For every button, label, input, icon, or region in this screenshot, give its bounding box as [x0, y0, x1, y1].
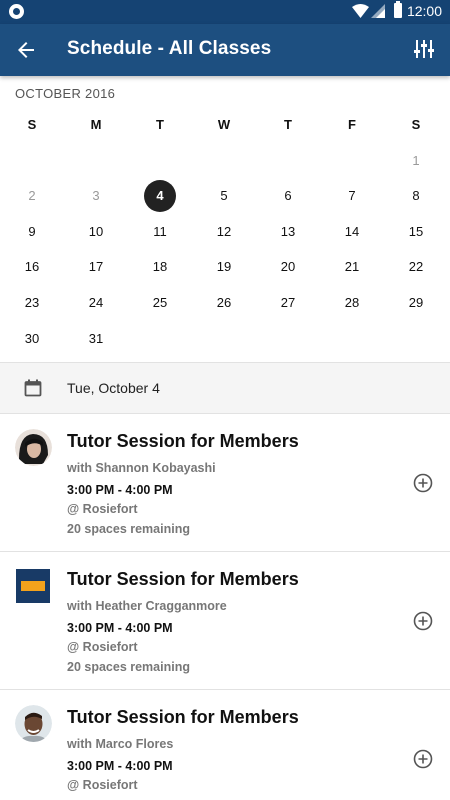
- instructor-avatar: [15, 429, 52, 466]
- weekday-label: S: [27, 117, 37, 132]
- back-arrow-icon[interactable]: [14, 38, 38, 62]
- weekday-label: S: [411, 117, 421, 132]
- wifi-icon: [352, 4, 369, 18]
- calendar-week-row: 2345678: [0, 178, 450, 214]
- calendar-day[interactable]: 6: [256, 178, 320, 214]
- calendar-day[interactable]: 26: [192, 285, 256, 321]
- session-time: 3:00 PM - 4:00 PM: [67, 483, 173, 497]
- calendar-empty-cell: [128, 143, 192, 179]
- calendar-day[interactable]: 4: [128, 178, 192, 214]
- notification-icon: [9, 4, 24, 19]
- weekday-label: F: [348, 117, 356, 132]
- weekday-label: W: [217, 117, 231, 132]
- calendar-day[interactable]: 9: [0, 214, 64, 250]
- calendar-day[interactable]: 8: [384, 178, 448, 214]
- calendar-week-row: 1: [0, 143, 450, 179]
- calendar-week-row: 23 24 25 26 27 28 29: [0, 285, 450, 321]
- calendar-day[interactable]: 2: [0, 178, 64, 214]
- month-label: OCTOBER 2016: [15, 86, 116, 101]
- class-session-item[interactable]: Tutor Session for Members with Shannon Ko…: [0, 414, 450, 552]
- calendar-day[interactable]: 3: [64, 178, 128, 214]
- app-bar: Schedule - All Classes: [0, 24, 450, 76]
- add-circle-icon[interactable]: [413, 611, 433, 631]
- calendar-day[interactable]: 5: [192, 178, 256, 214]
- session-time: 3:00 PM - 4:00 PM: [67, 759, 173, 773]
- session-spaces: 20 spaces remaining: [67, 522, 190, 536]
- instructor-logo-image: [16, 569, 50, 603]
- weekday-label: T: [284, 117, 292, 132]
- calendar-day[interactable]: 21: [320, 249, 384, 285]
- calendar-icon: [24, 379, 42, 397]
- instructor-avatar: [15, 705, 52, 742]
- session-title: Tutor Session for Members: [67, 707, 299, 727]
- calendar-grid: S M T W T F S 1 2 3 4 5 6 7 8 9 10 11 12 13 14 15 16 17 18 19 20 21…: [0, 107, 450, 356]
- calendar-day[interactable]: 20: [256, 249, 320, 285]
- selected-date-label: Tue, October 4: [67, 380, 160, 396]
- add-circle-icon[interactable]: [413, 473, 433, 493]
- selected-date-bar: Tue, October 4: [0, 362, 450, 414]
- session-title: Tutor Session for Members: [67, 569, 299, 589]
- weekday-label: T: [156, 117, 164, 132]
- calendar-empty-cell: [64, 143, 128, 179]
- calendar-day[interactable]: 14: [320, 214, 384, 250]
- calendar-day[interactable]: 23: [0, 285, 64, 321]
- calendar-day[interactable]: 31: [64, 321, 128, 357]
- calendar-day[interactable]: 30: [0, 321, 64, 357]
- calendar-empty-cell: [128, 321, 192, 357]
- calendar-day[interactable]: 28: [320, 285, 384, 321]
- session-title: Tutor Session for Members: [67, 431, 299, 451]
- status-time: 12:00: [406, 3, 442, 19]
- calendar-day[interactable]: 12: [192, 214, 256, 250]
- session-location: @ Rosiefort: [67, 502, 138, 516]
- calendar-day[interactable]: 17: [64, 249, 128, 285]
- session-instructor: with Shannon Kobayashi: [67, 461, 216, 475]
- calendar-day[interactable]: 27: [256, 285, 320, 321]
- status-bar: 12:00: [0, 0, 450, 24]
- session-instructor: with Heather Cragganmore: [67, 599, 227, 613]
- calendar-day[interactable]: 22: [384, 249, 448, 285]
- battery-icon: [394, 1, 402, 18]
- calendar-empty-cell: [0, 143, 64, 179]
- calendar-empty-cell: [320, 143, 384, 179]
- add-circle-icon[interactable]: [413, 749, 433, 769]
- session-time: 3:00 PM - 4:00 PM: [67, 621, 173, 635]
- calendar-day[interactable]: 16: [0, 249, 64, 285]
- calendar-week-row: 9 10 11 12 13 14 15: [0, 214, 450, 250]
- session-location: @ Rosiefort: [67, 778, 138, 792]
- calendar-empty-cell: [384, 321, 448, 357]
- calendar-empty-cell: [192, 143, 256, 179]
- calendar-day[interactable]: 29: [384, 285, 448, 321]
- calendar-empty-cell: [256, 321, 320, 357]
- calendar-day[interactable]: 11: [128, 214, 192, 250]
- session-spaces: 20 spaces remaining: [67, 660, 190, 674]
- class-session-item[interactable]: Tutor Session for Members with Heather Cr…: [0, 552, 450, 690]
- session-instructor: with Marco Flores: [67, 737, 174, 751]
- calendar-day[interactable]: 10: [64, 214, 128, 250]
- session-location: @ Rosiefort: [67, 640, 138, 654]
- calendar-empty-cell: [192, 321, 256, 357]
- weekday-header-row: SMTWTFS: [0, 107, 450, 143]
- class-session-item[interactable]: Tutor Session for Members with Marco Flor…: [0, 690, 450, 800]
- calendar-day[interactable]: 18: [128, 249, 192, 285]
- page-title: Schedule - All Classes: [67, 38, 272, 59]
- weekday-label: M: [90, 117, 102, 132]
- calendar-week-row: 30 31: [0, 321, 450, 357]
- signal-icon: [371, 4, 385, 18]
- calendar-empty-cell: [320, 321, 384, 357]
- calendar-empty-cell: [256, 143, 320, 179]
- filter-sliders-icon[interactable]: [412, 37, 436, 61]
- calendar-week-row: 16 17 18 19 20 21 22: [0, 249, 450, 285]
- calendar-day[interactable]: 15: [384, 214, 448, 250]
- calendar-day[interactable]: 25: [128, 285, 192, 321]
- calendar-day[interactable]: 24: [64, 285, 128, 321]
- calendar-day[interactable]: 13: [256, 214, 320, 250]
- calendar-day[interactable]: 7: [320, 178, 384, 214]
- calendar-day[interactable]: 1: [384, 143, 448, 179]
- calendar-day[interactable]: 19: [192, 249, 256, 285]
